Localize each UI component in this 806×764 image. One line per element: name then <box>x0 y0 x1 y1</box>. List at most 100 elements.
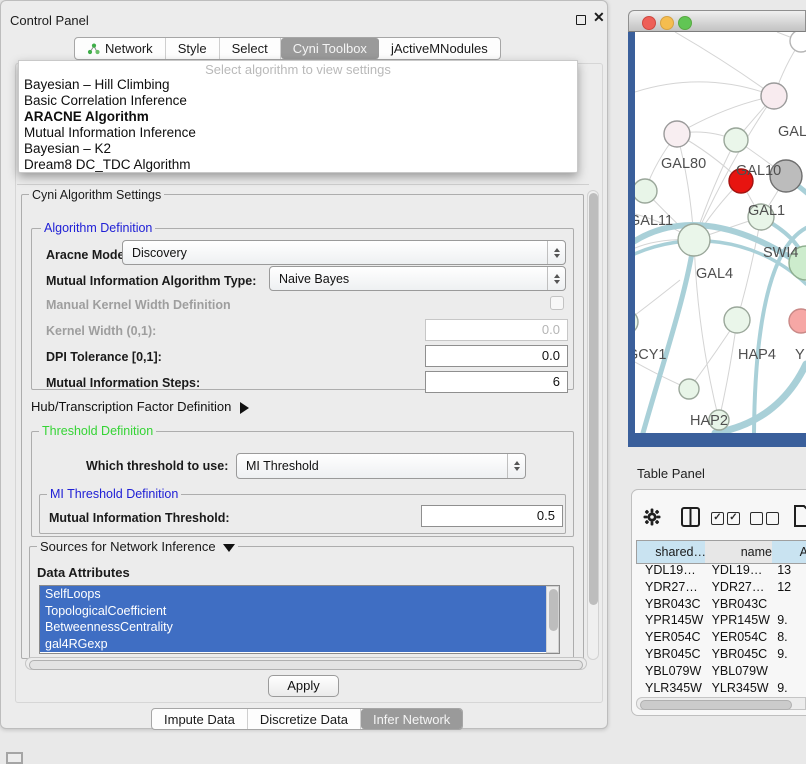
network-node[interactable] <box>790 32 806 52</box>
network-canvas[interactable]: GALGAL80GAL10GAL1GAL11SWI4GAL4GCY1HAP4YH… <box>635 32 806 433</box>
minimized-widget[interactable] <box>6 752 23 764</box>
tab-style[interactable]: Style <box>166 38 220 59</box>
table-row[interactable]: YBL079WYBL079W <box>636 663 806 680</box>
scrollbar-thumb[interactable] <box>29 660 583 670</box>
node-label: HAP4 <box>738 347 776 363</box>
table-cell: 9. <box>770 612 806 629</box>
network-node[interactable] <box>679 379 699 399</box>
tab-label: Network <box>105 41 153 56</box>
algorithm-definition-title: Algorithm Definition <box>41 221 155 235</box>
unchecked-checkbox-icon[interactable] <box>750 512 763 525</box>
table-row[interactable]: YLR345WYLR345W9. <box>636 680 806 697</box>
sources-toggle[interactable]: Sources for Network Inference <box>37 539 238 554</box>
table-cell: 9. <box>770 680 806 697</box>
data-attribute-item[interactable]: BetweennessCentrality <box>40 619 559 636</box>
network-node[interactable] <box>678 224 710 256</box>
tab-discretize-data[interactable]: Discretize Data <box>248 709 361 729</box>
network-node[interactable] <box>761 83 787 109</box>
node-label: HAP2 <box>690 413 728 429</box>
float-window-icon[interactable] <box>576 15 586 25</box>
algorithm-option[interactable]: Bayesian – Hill Climbing <box>19 77 577 93</box>
which-threshold-select[interactable]: MI Threshold <box>236 453 526 479</box>
manual-kernel-width-label: Manual Kernel Width Definition <box>46 298 231 312</box>
tab-label: Select <box>232 41 268 56</box>
network-edge[interactable] <box>675 32 774 96</box>
network-node[interactable] <box>789 309 806 333</box>
scrollbar-thumb[interactable] <box>589 193 598 605</box>
algorithm-placeholder: Select algorithm to view settings <box>19 61 577 77</box>
zoom-traffic-icon[interactable] <box>678 16 692 30</box>
table-row[interactable]: YDL19…YDL19…13 <box>636 562 806 579</box>
file-icon[interactable] <box>793 505 806 527</box>
split-columns-icon[interactable] <box>681 507 700 527</box>
mi-algorithm-type-select[interactable]: Naive Bayes <box>269 266 566 291</box>
network-window-titlebar[interactable] <box>628 10 806 32</box>
network-node[interactable] <box>635 179 657 203</box>
algorithm-option[interactable]: ARACNE Algorithm <box>19 109 577 125</box>
scrollbar-thumb[interactable] <box>640 700 792 710</box>
network-edge-highlighted[interactable] <box>643 240 694 433</box>
table-row[interactable]: YPR145WYPR145W9. <box>636 612 806 629</box>
algorithm-option[interactable]: Bayesian – K2 <box>19 141 577 157</box>
data-attributes-list[interactable]: SelfLoopsTopologicalCoefficientBetweenne… <box>39 585 560 654</box>
node-label: GAL4 <box>696 266 733 282</box>
network-edge[interactable] <box>677 96 774 134</box>
table-body[interactable]: YDL19…YDL19…13YDR27…YDR27…12YBR043CYBR04… <box>636 562 806 697</box>
algorithm-option[interactable]: Dream8 DC_TDC Algorithm <box>19 157 577 173</box>
tab-impute-data[interactable]: Impute Data <box>152 709 248 729</box>
tab-infer-network[interactable]: Infer Network <box>361 709 462 729</box>
network-graph[interactable]: GALGAL80GAL10GAL1GAL11SWI4GAL4GCY1HAP4YH… <box>635 32 806 433</box>
manual-kernel-width-checkbox[interactable] <box>550 296 564 310</box>
attr-list-scrollbar[interactable] <box>546 586 559 653</box>
data-attributes-label: Data Attributes <box>37 565 130 580</box>
table-row[interactable]: YBR045CYBR045C9. <box>636 646 806 663</box>
table-cell: YBR045C <box>705 646 771 663</box>
network-node[interactable] <box>664 121 690 147</box>
dpi-tolerance-field[interactable]: 0.0 <box>425 345 568 367</box>
hub-definition-toggle[interactable]: Hub/Transcription Factor Definition <box>31 399 249 414</box>
tab-jactivemnodules[interactable]: jActiveMNodules <box>379 38 500 59</box>
mi-threshold-field[interactable]: 0.5 <box>421 505 563 527</box>
table-row[interactable]: YER054CYER054C8. <box>636 629 806 646</box>
table-hscrollbar[interactable] <box>636 697 806 710</box>
close-icon[interactable]: ✕ <box>593 9 605 26</box>
table-cell: YER054C <box>636 629 705 646</box>
tab-network[interactable]: Network <box>75 38 166 59</box>
settings-vscrollbar[interactable] <box>587 190 599 660</box>
network-edge[interactable] <box>719 320 737 420</box>
table-row[interactable]: YDR27…YDR27…12 <box>636 579 806 596</box>
tab-select[interactable]: Select <box>220 38 281 59</box>
table-row[interactable]: YBR043CYBR043C <box>636 596 806 613</box>
checked-checkbox-icon[interactable]: ✓ <box>711 512 724 525</box>
apply-button[interactable]: Apply <box>268 675 339 697</box>
data-attribute-item[interactable]: gal4RGexp <box>40 636 559 653</box>
kernel-width-label: Kernel Width (0,1): <box>46 324 156 338</box>
tab-cyni-toolbox[interactable]: Cyni Toolbox <box>281 38 379 59</box>
scrollbar-thumb[interactable] <box>549 589 558 631</box>
algorithm-option[interactable]: Basic Correlation Inference <box>19 93 577 109</box>
data-attribute-item[interactable]: TopologicalCoefficient <box>40 603 559 620</box>
minimize-traffic-icon[interactable] <box>660 16 674 30</box>
close-traffic-icon[interactable] <box>642 16 656 30</box>
aracne-mode-select[interactable]: Discovery <box>122 240 566 265</box>
algorithm-option[interactable]: Mutual Information Inference <box>19 125 577 141</box>
column-header-shared-name[interactable]: shared… <box>636 540 714 564</box>
column-header-partial[interactable]: A <box>772 540 806 564</box>
node-label: GCY1 <box>635 347 667 363</box>
algorithm-dropdown-popup: Select algorithm to view settings Bayesi… <box>18 60 578 173</box>
network-node[interactable] <box>724 307 750 333</box>
table-cell: YDR27… <box>705 579 771 596</box>
node-label: SWI4 <box>763 245 798 261</box>
table-cell: YPR145W <box>636 612 705 629</box>
network-node[interactable] <box>724 128 748 152</box>
checked-checkbox-icon[interactable]: ✓ <box>727 512 740 525</box>
network-edge[interactable] <box>635 280 680 322</box>
gear-icon[interactable] <box>643 508 661 526</box>
column-header-name[interactable]: name <box>705 540 782 564</box>
dpi-tolerance-label: DPI Tolerance [0,1]: <box>46 350 162 364</box>
settings-hscrollbar[interactable] <box>25 657 587 670</box>
unchecked-checkbox-icon[interactable] <box>766 512 779 525</box>
mi-steps-field[interactable]: 6 <box>425 371 568 393</box>
network-edge[interactable] <box>635 82 774 96</box>
data-attribute-item[interactable]: SelfLoops <box>40 586 559 603</box>
